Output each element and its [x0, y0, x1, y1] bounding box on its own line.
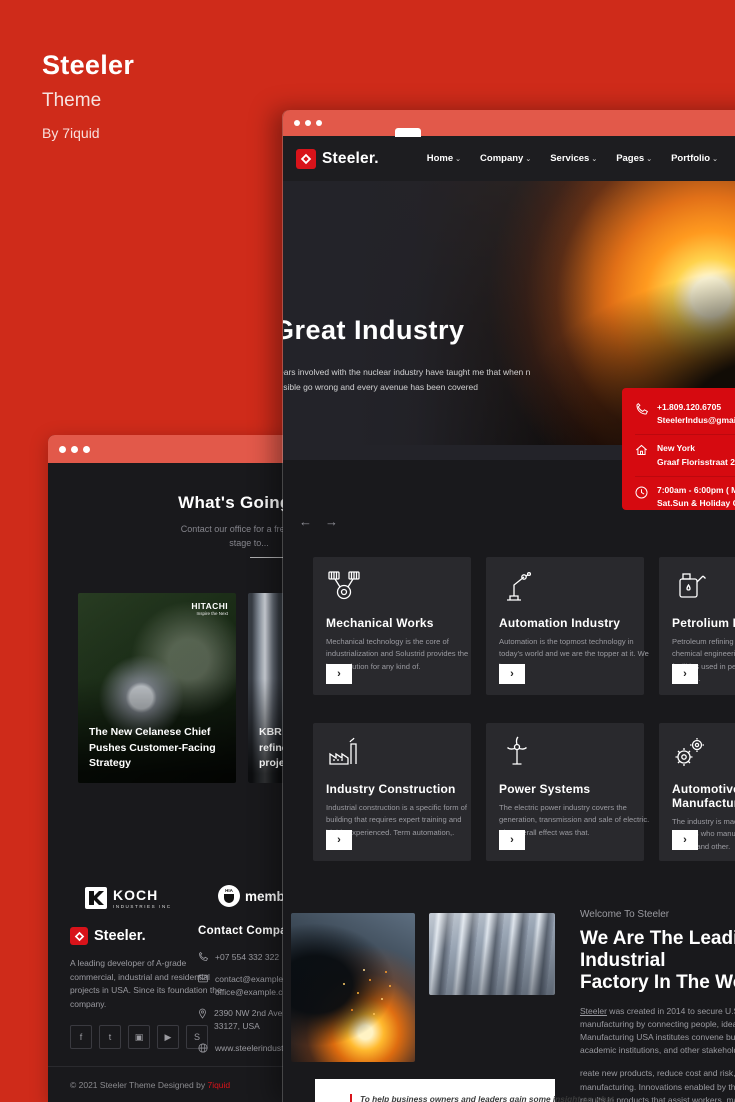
- main-navbar: Steeler. Home ⌄ Company ⌄ Services ⌄ Pages ⌄…: [283, 136, 735, 181]
- service-card[interactable]: Petrolium Refinery Petroleum refining pr…: [659, 557, 735, 695]
- service-card[interactable]: Automotive Manufacturing The industry is…: [659, 723, 735, 861]
- steeler-logo-icon: [296, 148, 316, 169]
- service-title: Power Systems: [499, 782, 591, 796]
- service-more-button[interactable]: ›: [326, 830, 352, 850]
- clock-icon: [635, 486, 648, 499]
- social-links: f t ▣ ▶ S: [70, 1025, 208, 1050]
- window-control-dot[interactable]: [316, 120, 322, 126]
- quote-box: To help business owners and leaders gain…: [315, 1079, 614, 1102]
- chevron-down-icon: ⌄: [525, 156, 532, 163]
- twitter-icon[interactable]: t: [99, 1025, 121, 1050]
- youtube-icon[interactable]: ▶: [157, 1025, 179, 1050]
- map-pin-icon: [199, 1008, 206, 1019]
- service-more-button[interactable]: ›: [499, 664, 525, 684]
- steeler-link[interactable]: Steeler: [580, 1006, 607, 1016]
- nav-menu: Home ⌄ Company ⌄ Services ⌄ Pages ⌄ Portfoli…: [423, 147, 735, 170]
- service-title: Automotive Manufacturing: [672, 782, 735, 810]
- hero-paragraph: ears involved with the nuclear industry …: [283, 367, 531, 393]
- contact-info-card: +1.809.120.6705 SteelerIndus@gmail.com N…: [622, 388, 735, 510]
- card-hours-row: 7:00am - 6:00pm ( Mon Sat.Sun & Holiday …: [635, 475, 735, 517]
- nav-item-pages[interactable]: Pages ⌄: [612, 147, 656, 170]
- quote-accent-bar: [350, 1094, 352, 1102]
- instagram-icon[interactable]: ▣: [128, 1025, 150, 1050]
- robot-arm-icon: [507, 571, 532, 601]
- engine-icon: [328, 571, 360, 600]
- welcome-paragraph-1: Steeler was created in 2014 to secure U.…: [580, 1005, 735, 1056]
- window-control-dot[interactable]: [71, 445, 78, 453]
- window-titlebar: [283, 110, 735, 136]
- phone-icon: [636, 402, 648, 415]
- welcome-heading: We Are The Leading Industrial Factory In…: [580, 928, 735, 994]
- homepage-preview-window: Steeler. Home ⌄ Company ⌄ Services ⌄ Pages ⌄…: [283, 110, 735, 1102]
- service-more-button[interactable]: ›: [672, 664, 698, 684]
- chevron-down-icon: ⌄: [646, 156, 653, 163]
- prev-arrow-icon[interactable]: ←: [299, 514, 312, 529]
- theme-subtitle: Theme: [42, 90, 102, 111]
- oil-can-icon: [679, 573, 706, 598]
- window-control-dot[interactable]: [59, 445, 66, 453]
- steel-coils-image: [429, 913, 555, 995]
- footer-logo[interactable]: Steeler.: [70, 927, 208, 945]
- next-arrow-icon[interactable]: →: [325, 514, 338, 529]
- service-title: Industry Construction: [326, 782, 456, 796]
- service-card[interactable]: Power Systems The electric power industr…: [486, 723, 649, 861]
- window-control-dot[interactable]: [83, 445, 90, 453]
- nav-item-services[interactable]: Services ⌄: [546, 147, 601, 170]
- hero-overlay: [355, 181, 595, 445]
- chevron-down-icon: ⌄: [591, 156, 598, 163]
- active-tab-indicator: [395, 128, 421, 137]
- copyright-brand-link[interactable]: 7iquid: [207, 1080, 230, 1090]
- service-card[interactable]: Industry Construction Industrial constru…: [313, 723, 471, 861]
- wind-turbine-icon: [507, 736, 527, 765]
- site-logo[interactable]: Steeler.: [296, 148, 379, 169]
- card-phone-row[interactable]: +1.809.120.6705 SteelerIndus@gmail.com: [635, 394, 735, 434]
- steeler-logo-icon: [70, 927, 88, 945]
- facebook-icon[interactable]: f: [70, 1025, 92, 1050]
- copyright-text: © 2021 Steeler Theme Designed by 7iquid: [70, 1080, 231, 1090]
- news-card[interactable]: HITACHI Inspire the Next The New Celanes…: [78, 593, 236, 783]
- service-more-button[interactable]: ›: [672, 830, 698, 850]
- koch-logo-icon: [85, 887, 107, 909]
- service-more-button[interactable]: ›: [326, 664, 352, 684]
- koch-logo: KOCH INDUSTRIES INC: [85, 887, 172, 909]
- nav-item-home[interactable]: Home ⌄: [423, 147, 465, 170]
- welcome-section: Welcome To Steeler We Are The Leading In…: [283, 905, 735, 1102]
- service-title: Mechanical Works: [326, 616, 434, 630]
- nav-item-portfolio[interactable]: Portfolio ⌄: [667, 147, 722, 170]
- slider-arrows: ← →: [299, 514, 338, 529]
- factory-icon: [329, 737, 357, 765]
- service-title: Automation Industry: [499, 616, 621, 630]
- hero-title: Great Industry: [283, 315, 465, 345]
- mail-icon: [198, 974, 208, 982]
- chevron-down-icon: ⌄: [712, 156, 718, 163]
- service-card[interactable]: Mechanical Works Mechanical technology i…: [313, 557, 471, 695]
- theme-title: Steeler: [42, 50, 135, 80]
- hitachi-logo: HITACHI Inspire the Next: [191, 601, 228, 616]
- hia-badge-icon: HIA: [218, 885, 240, 907]
- welder-image: [291, 913, 415, 1062]
- home-icon: [635, 445, 648, 456]
- nav-item-company[interactable]: Company ⌄: [476, 147, 535, 170]
- gears-icon: [675, 738, 704, 766]
- service-more-button[interactable]: ›: [499, 830, 525, 850]
- welcome-label: Welcome To Steeler: [580, 909, 670, 920]
- quote-text: To help business owners and leaders gain…: [360, 1094, 614, 1102]
- news-title[interactable]: The New Celanese Chief Pushes Customer-F…: [89, 725, 216, 772]
- service-title: Petrolium Refinery: [672, 616, 735, 630]
- service-card[interactable]: Automation Industry Automation is the to…: [486, 557, 649, 695]
- globe-icon: [198, 1043, 208, 1053]
- theme-byline: By 7iquid: [42, 125, 100, 141]
- phone-icon: [199, 951, 209, 961]
- card-address-row: New York Graaf Florisstraat 22: [635, 434, 735, 475]
- window-control-dot[interactable]: [294, 120, 300, 126]
- window-control-dot[interactable]: [305, 120, 311, 126]
- chevron-down-icon: ⌄: [455, 156, 462, 163]
- theme-brand: Steeler Theme By 7iquid: [42, 50, 134, 141]
- footer-about-text: A leading developer of A-grade commercia…: [70, 958, 222, 1009]
